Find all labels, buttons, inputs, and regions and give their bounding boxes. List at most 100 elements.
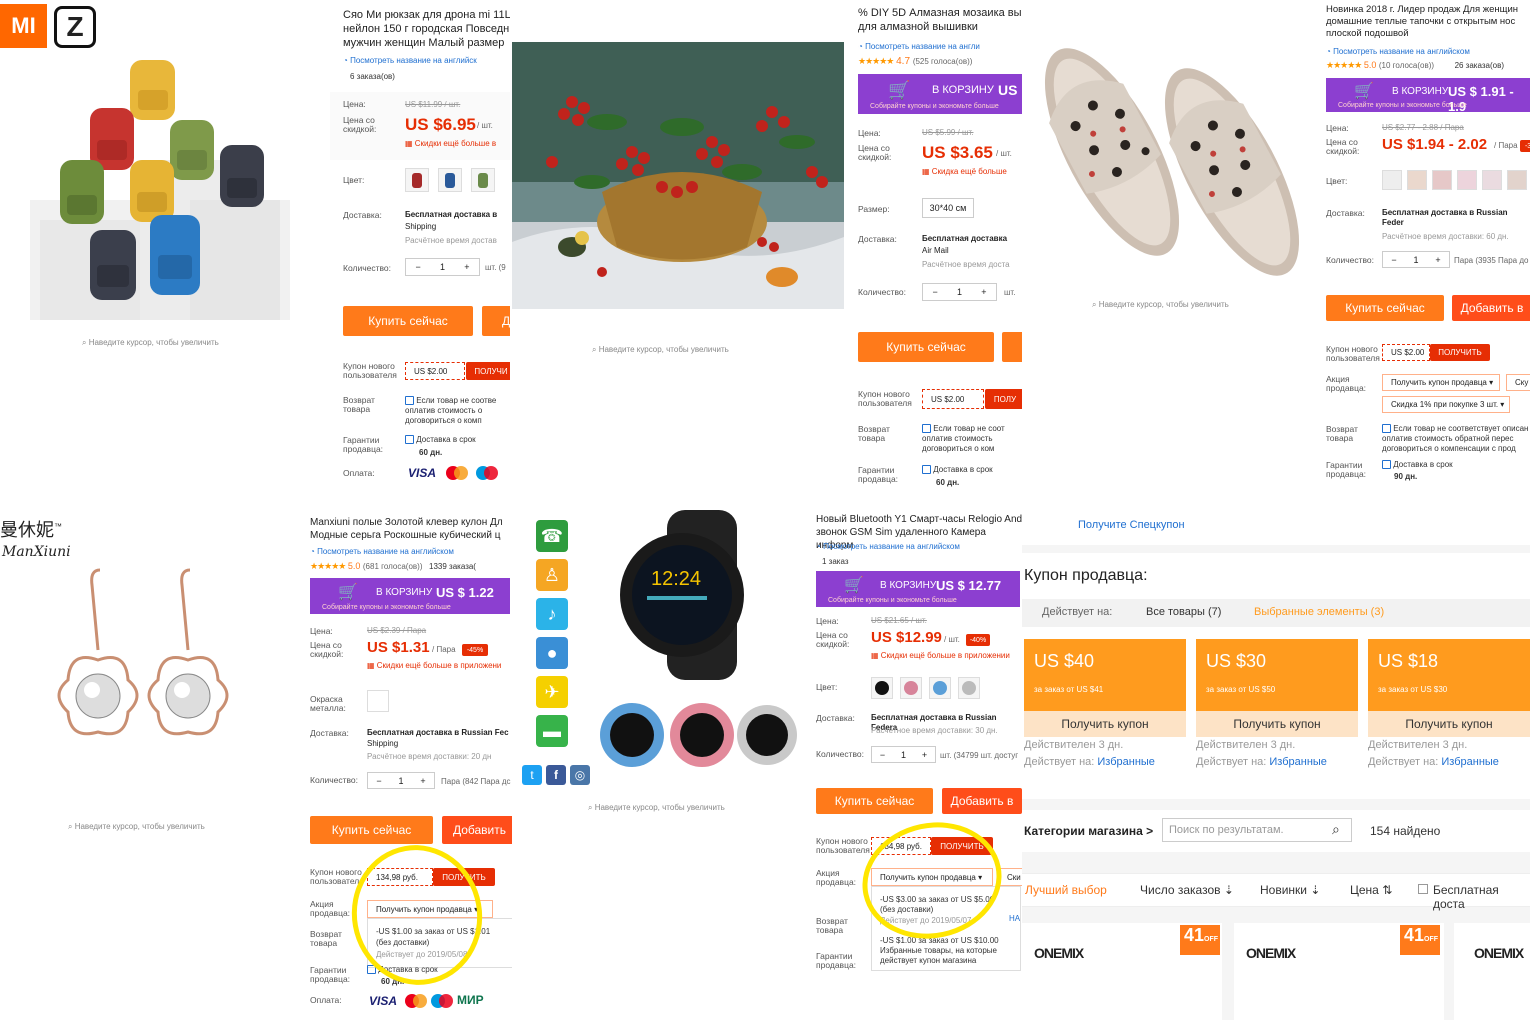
promo-dropdown-2[interactable]: Ску xyxy=(1506,374,1530,391)
add-to-cart-banner[interactable]: 🛒 В КОРЗИНУ US $ 1.22 Собирайте купоны и… xyxy=(310,578,510,614)
product-card-1[interactable]: ONEMIX 41OFF xyxy=(1022,923,1222,1020)
buy-now-button[interactable]: Купить сейчас xyxy=(858,332,994,362)
more-discount[interactable]: ▦ Скидки ещё больше в приложени xyxy=(367,661,501,671)
sort-price[interactable]: Цена ⇅ xyxy=(1350,883,1392,897)
add-to-cart-button[interactable]: Д xyxy=(482,306,512,336)
add-to-cart-button[interactable]: Добавить в xyxy=(1452,295,1530,321)
quantity-stepper[interactable]: −1 + xyxy=(367,772,435,789)
translate-link[interactable]: ◔ Посмотреть название на английском xyxy=(310,547,454,557)
translate-link[interactable]: ◔ Посмотреть название на английск xyxy=(343,56,477,66)
special-coupon-link[interactable]: Получите Спецкупон xyxy=(1078,519,1185,531)
product-image[interactable]: 12:24 xyxy=(597,510,797,780)
guarantee-label: Гарантии продавца: xyxy=(1326,460,1367,479)
more-discount[interactable]: ▦ Скидки ещё больше в приложении xyxy=(871,651,1010,661)
color-swatch-2[interactable] xyxy=(1407,170,1427,190)
add-to-cart-banner[interactable]: 🛒 В КОРЗИНУ US Собирайте купоны и эконом… xyxy=(858,74,1022,114)
vk-icon[interactable]: ◎ xyxy=(570,765,590,785)
shipping-method[interactable]: Air Mail xyxy=(922,246,949,256)
translate-link[interactable]: ◔ Посмотреть название на английском xyxy=(816,542,960,552)
translate-link[interactable]: ◔ Посмотреть название на англи xyxy=(858,42,980,52)
add-to-cart-button[interactable]: Добавить xyxy=(442,816,512,844)
promo-dropdown[interactable]: Получить купон продавца ▾ xyxy=(1382,374,1500,391)
minus-button[interactable]: − xyxy=(923,287,947,297)
translate-link[interactable]: ◔ Посмотреть название на английском xyxy=(1326,47,1470,57)
color-swatch-black[interactable] xyxy=(871,677,893,699)
get-coupon-button[interactable]: Получить купон xyxy=(1368,711,1530,737)
get-coupon-button[interactable]: ПОЛУЧИ xyxy=(466,362,512,380)
metal-swatch[interactable] xyxy=(367,690,389,712)
color-swatch-pink[interactable] xyxy=(900,677,922,699)
color-swatch-6[interactable] xyxy=(1507,170,1527,190)
shipping-method[interactable]: Shipping xyxy=(405,222,436,232)
get-coupon-button[interactable]: ПОЛУ xyxy=(985,389,1022,409)
quantity-value[interactable]: 1 xyxy=(947,287,971,297)
quantity-value[interactable]: 1 xyxy=(893,750,914,760)
add-to-cart-banner[interactable]: 🛒 В КОРЗИНУ US $ 1.91 - 1.9 Собирайте ку… xyxy=(1326,78,1530,114)
quantity-stepper[interactable]: −1 + xyxy=(871,746,936,763)
quantity-value[interactable]: 1 xyxy=(430,262,454,272)
quantity-stepper[interactable]: −1 + xyxy=(922,283,997,301)
quantity-label: Количество: xyxy=(816,749,865,759)
plus-button[interactable]: + xyxy=(1427,255,1449,265)
sort-best-match[interactable]: Лучший выбор xyxy=(1025,883,1107,897)
sort-orders[interactable]: Число заказов ⇣ xyxy=(1140,883,1234,897)
product-image[interactable] xyxy=(30,50,290,320)
color-swatch-5[interactable] xyxy=(1482,170,1502,190)
shipping-time: Расчётное время доста xyxy=(922,260,1010,269)
plus-button[interactable]: + xyxy=(412,776,434,786)
minus-button[interactable]: − xyxy=(872,750,893,760)
twitter-icon[interactable]: t xyxy=(522,765,542,785)
minus-button[interactable]: − xyxy=(1383,255,1405,265)
filter-selected-items[interactable]: Выбранные элементы (3) xyxy=(1254,606,1384,618)
old-price: US $2.77 - 2.88 / Пара xyxy=(1382,123,1464,132)
color-swatch-blue[interactable] xyxy=(929,677,951,699)
store-categories-link[interactable]: Категории магазина > xyxy=(1024,824,1153,838)
coupon-applies-link[interactable]: Избранные xyxy=(1097,756,1155,768)
more-discount[interactable]: ▦ Скидки ещё больше в xyxy=(405,139,496,149)
search-input[interactable]: Поиск по результатам. xyxy=(1162,818,1352,842)
product-image[interactable] xyxy=(1022,2,1312,282)
color-swatch-blue[interactable] xyxy=(438,168,462,192)
facebook-icon[interactable]: f xyxy=(546,765,566,785)
plus-button[interactable]: + xyxy=(455,262,479,272)
buy-now-button[interactable]: Купить сейчас xyxy=(816,788,933,814)
add-to-cart-button[interactable] xyxy=(1002,332,1022,362)
free-shipping-checkbox[interactable] xyxy=(1418,884,1428,894)
add-to-cart-banner[interactable]: 🛒 В КОРЗИНУ US $ 12.77 Собирайте купоны … xyxy=(816,571,1020,607)
plus-button[interactable]: + xyxy=(914,750,935,760)
quantity-stepper[interactable]: −1 + xyxy=(405,258,480,276)
buy-now-button[interactable]: Купить сейчас xyxy=(343,306,473,336)
sort-newest[interactable]: Новинки ⇣ xyxy=(1260,883,1320,897)
coupon-applies-link[interactable]: Избранные xyxy=(1269,756,1327,768)
quantity-discount[interactable]: Скидка 1% при покупке 3 шт. ▾ xyxy=(1382,396,1510,413)
get-coupon-button[interactable]: Получить купон xyxy=(1024,711,1186,737)
color-swatch-red[interactable] xyxy=(405,168,429,192)
buy-now-button[interactable]: Купить сейчас xyxy=(310,816,433,844)
color-swatch-white[interactable] xyxy=(958,677,980,699)
get-coupon-button[interactable]: ПОЛУЧИТЬ xyxy=(1430,344,1490,361)
minus-button[interactable]: − xyxy=(368,776,390,786)
filter-all-items[interactable]: Все товары (7) xyxy=(1146,606,1221,618)
more-discount[interactable]: ▦ Скидка ещё больше xyxy=(922,167,1007,177)
product-image[interactable] xyxy=(512,42,844,309)
more-link[interactable]: НА xyxy=(1009,914,1020,924)
quantity-value[interactable]: 1 xyxy=(1405,255,1427,265)
color-swatch-1[interactable] xyxy=(1382,170,1402,190)
minus-button[interactable]: − xyxy=(406,262,430,272)
plus-button[interactable]: + xyxy=(972,287,996,297)
quantity-stepper[interactable]: −1 + xyxy=(1382,251,1450,268)
color-swatch-green[interactable] xyxy=(471,168,495,192)
color-swatch-3[interactable] xyxy=(1432,170,1452,190)
search-icon[interactable]: ⌕ xyxy=(1332,821,1340,838)
coupon-applies-link[interactable]: Избранные xyxy=(1441,756,1499,768)
get-coupon-button[interactable]: Получить купон xyxy=(1196,711,1358,737)
product-card-2[interactable]: ONEMIX 41OFF xyxy=(1234,923,1444,1020)
quantity-value[interactable]: 1 xyxy=(390,776,412,786)
color-swatch-4[interactable] xyxy=(1457,170,1477,190)
buy-now-button[interactable]: Купить сейчас xyxy=(1326,295,1444,321)
size-option[interactable]: 30*40 см xyxy=(922,198,974,218)
shipping-method[interactable]: Shipping xyxy=(367,739,398,749)
product-card-3[interactable]: ONEMIX xyxy=(1454,923,1530,1020)
add-to-cart-button[interactable]: Добавить в xyxy=(942,788,1022,814)
product-image[interactable] xyxy=(40,560,250,760)
